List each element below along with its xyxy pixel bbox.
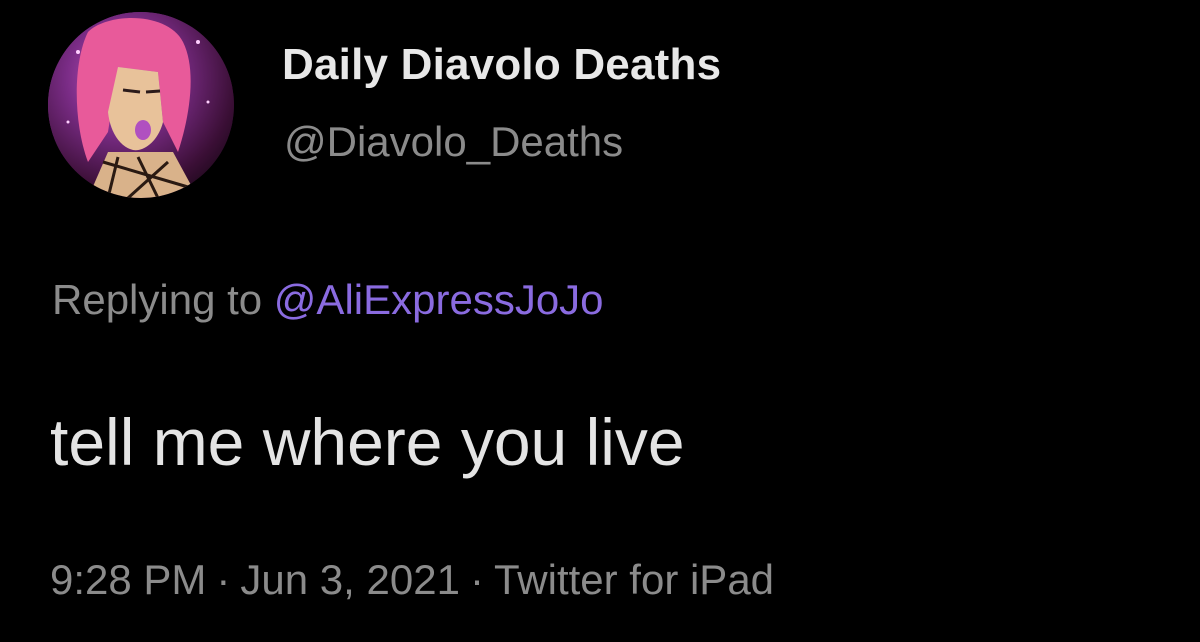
replying-to-line: Replying to @AliExpressJoJo: [52, 276, 604, 324]
user-handle[interactable]: @Diavolo_Deaths: [284, 118, 623, 166]
replying-to-label: Replying to: [52, 276, 263, 323]
tweet-time[interactable]: 9:28 PM: [50, 556, 206, 603]
tweet-text: tell me where you live: [50, 405, 685, 479]
display-name[interactable]: Daily Diavolo Deaths: [282, 40, 721, 90]
tweet-metadata: 9:28 PM · Jun 3, 2021 · Twitter for iPad: [50, 556, 774, 604]
reply-target-mention[interactable]: @AliExpressJoJo: [274, 276, 604, 323]
tweet-date[interactable]: Jun 3, 2021: [240, 556, 460, 603]
tweet-card: Daily Diavolo Deaths @Diavolo_Deaths Rep…: [0, 0, 1200, 642]
meta-separator: ·: [216, 556, 231, 603]
tweet-source[interactable]: Twitter for iPad: [494, 556, 774, 603]
meta-separator: ·: [469, 556, 484, 603]
profile-avatar-icon[interactable]: [48, 12, 234, 198]
